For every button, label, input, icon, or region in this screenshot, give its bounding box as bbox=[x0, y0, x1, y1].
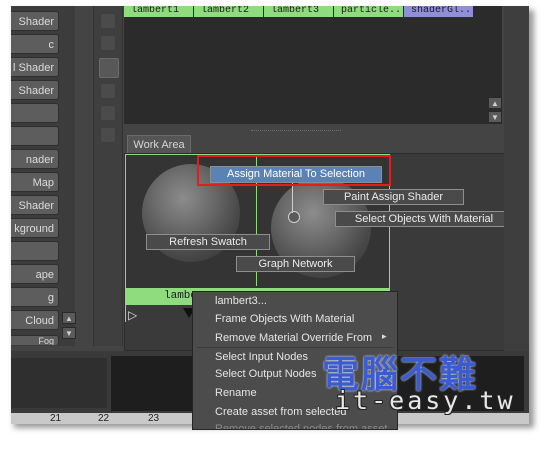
shader-button[interactable]: Shader bbox=[11, 11, 59, 31]
material-tab[interactable]: lambert1 bbox=[124, 6, 194, 17]
shader-button[interactable]: kground bbox=[11, 218, 59, 238]
shader-button[interactable]: ape bbox=[11, 264, 59, 284]
tool-icon[interactable] bbox=[101, 84, 115, 98]
material-tab-selected[interactable]: shaderGl... bbox=[404, 6, 474, 17]
select-objects-with-material-button[interactable]: Select Objects With Material bbox=[335, 211, 513, 227]
timeline-tick: 23 bbox=[148, 413, 160, 424]
left-shader-panel: Shader c l Shader Shader nader Map Shade… bbox=[11, 6, 76, 346]
material-tab[interactable]: lambert3 bbox=[264, 6, 334, 17]
material-tab[interactable]: particle... bbox=[334, 6, 404, 17]
shader-button[interactable]: c bbox=[11, 34, 59, 54]
shader-button[interactable]: g bbox=[11, 287, 59, 307]
submenu-arrow-icon: ▸ bbox=[382, 331, 387, 341]
scroll-down-arrow[interactable]: ▼ bbox=[62, 327, 76, 339]
shader-button[interactable] bbox=[11, 126, 59, 146]
tool-icon[interactable] bbox=[101, 128, 115, 142]
shader-button-partial[interactable]: Fog bbox=[11, 335, 59, 345]
timeline-tick: 21 bbox=[50, 413, 62, 424]
shader-button[interactable]: nader bbox=[11, 149, 59, 169]
timeline-slot bbox=[11, 358, 107, 408]
swatch-scroll-up[interactable]: ▲ bbox=[488, 97, 502, 109]
swatch-scroll-down[interactable]: ▼ bbox=[488, 111, 502, 123]
pane-splitter[interactable] bbox=[251, 130, 341, 133]
shader-button[interactable]: Map bbox=[11, 172, 59, 192]
play-icon[interactable]: ▷ bbox=[128, 308, 137, 322]
context-menu-item-disabled: Remove selected nodes from asset bbox=[215, 423, 388, 430]
tool-icon[interactable] bbox=[101, 106, 115, 120]
vertical-toolbar bbox=[93, 6, 123, 346]
tool-icon[interactable] bbox=[101, 36, 115, 50]
marking-menu-center bbox=[288, 211, 300, 223]
context-menu-item[interactable]: lambert3... bbox=[193, 292, 397, 310]
material-swatch-panel: lambert1 lambert2 lambert3 particle... s… bbox=[124, 6, 502, 124]
refresh-swatch-button[interactable]: Refresh Swatch bbox=[146, 234, 270, 250]
shader-button[interactable] bbox=[11, 103, 59, 123]
tool-icon[interactable] bbox=[101, 14, 115, 28]
shader-button[interactable]: Cloud bbox=[11, 310, 59, 330]
graph-network-button[interactable]: Graph Network bbox=[236, 256, 355, 272]
watermark-subtitle: it-easy.tw bbox=[335, 386, 516, 415]
shader-button[interactable]: Shader bbox=[11, 195, 59, 215]
material-tab[interactable]: lambert2 bbox=[194, 6, 264, 17]
paint-assign-shader-button[interactable]: Paint Assign Shader bbox=[323, 189, 464, 205]
context-menu-item[interactable]: Frame Objects With Material bbox=[193, 310, 397, 328]
shader-button[interactable] bbox=[11, 241, 59, 261]
scroll-up-arrow[interactable]: ▲ bbox=[62, 312, 76, 324]
shader-button[interactable]: Shader bbox=[11, 80, 59, 100]
shader-button[interactable]: l Shader bbox=[11, 57, 59, 77]
tab-work-area[interactable]: Work Area bbox=[127, 135, 191, 153]
timeline-tick: 22 bbox=[98, 413, 110, 424]
highlight-box bbox=[197, 155, 391, 186]
selected-tool-icon[interactable] bbox=[99, 58, 119, 78]
